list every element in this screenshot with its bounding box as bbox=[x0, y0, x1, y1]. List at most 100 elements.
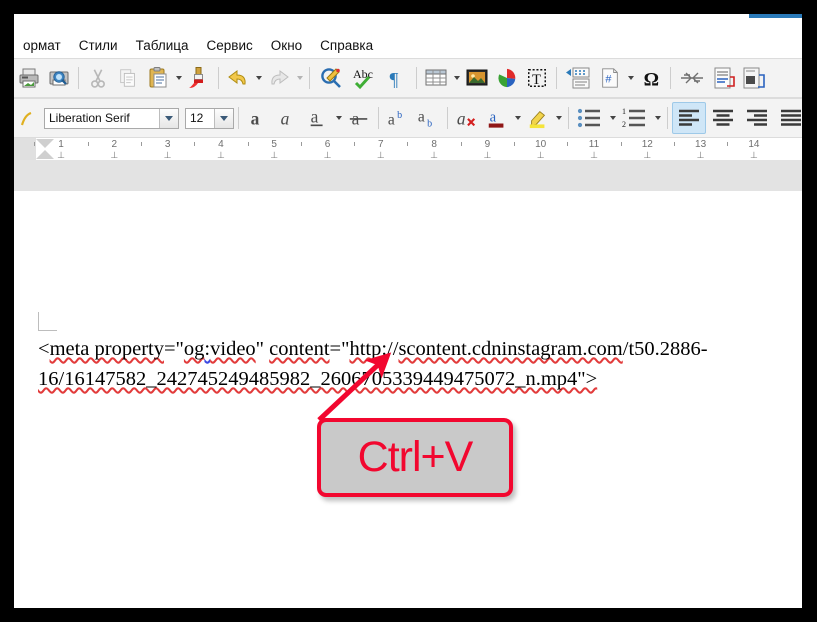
document-page[interactable]: <meta property="og:video" content="http:… bbox=[14, 191, 802, 608]
toolbar-separator bbox=[416, 67, 417, 89]
align-center-icon[interactable] bbox=[706, 102, 740, 134]
strikethrough-icon[interactable]: a bbox=[344, 102, 374, 134]
window-frame-right bbox=[802, 0, 817, 622]
ruler-tab-stop[interactable]: ⊥ bbox=[270, 151, 278, 160]
font-color-icon[interactable]: a bbox=[482, 102, 512, 134]
undo-dropdown-caret[interactable] bbox=[253, 62, 264, 94]
writer-application: ормат Стили Таблица Сервис Окно Справка bbox=[14, 32, 802, 608]
font-name-dropdown-icon[interactable] bbox=[159, 108, 178, 128]
redo-icon[interactable] bbox=[264, 62, 294, 94]
text-angle-open: < bbox=[38, 338, 50, 360]
print-icon[interactable] bbox=[14, 62, 44, 94]
window-frame-bottom bbox=[0, 608, 817, 622]
page-break-icon[interactable] bbox=[561, 62, 595, 94]
menu-format[interactable]: ормат bbox=[14, 36, 70, 55]
ruler-tab-stop[interactable]: ⊥ bbox=[537, 151, 545, 160]
formatting-marks-icon[interactable]: ¶ bbox=[382, 62, 412, 94]
superscript-icon[interactable]: a b bbox=[383, 102, 413, 134]
insert-table-caret[interactable] bbox=[451, 62, 462, 94]
ruler-tab-stop[interactable]: ⊥ bbox=[217, 151, 225, 160]
underline-caret[interactable] bbox=[333, 102, 344, 134]
ruler-tab-stop[interactable]: ⊥ bbox=[483, 151, 491, 160]
window-frame-left bbox=[0, 0, 14, 622]
highlight-color-icon[interactable] bbox=[523, 102, 553, 134]
ruler-tab-stop[interactable]: ⊥ bbox=[324, 151, 332, 160]
svg-text:a: a bbox=[490, 110, 497, 126]
font-size-combobox[interactable]: 12 bbox=[185, 107, 234, 129]
toolbar-separator bbox=[309, 67, 310, 89]
text-eq-quote-2: =" bbox=[329, 338, 350, 360]
ruler-tab-stop[interactable]: ⊥ bbox=[430, 151, 438, 160]
document-area[interactable]: <meta property="og:video" content="http:… bbox=[14, 160, 802, 608]
numbered-list-caret[interactable] bbox=[652, 102, 663, 134]
text-scheme-sep: :// bbox=[381, 338, 399, 360]
indent-markers[interactable] bbox=[36, 139, 54, 159]
ruler-tab-stop[interactable]: ⊥ bbox=[377, 151, 385, 160]
insert-image-icon[interactable] bbox=[462, 62, 492, 94]
insert-table-icon[interactable] bbox=[421, 62, 451, 94]
font-size-dropdown-icon[interactable] bbox=[214, 108, 233, 128]
ruler-tick bbox=[514, 142, 516, 146]
font-color-caret[interactable] bbox=[512, 102, 523, 134]
horizontal-ruler[interactable]: 1 ⊥ 2 ⊥ 3 ⊥ 4 ⊥ 5 ⊥ 6 ⊥ 7 ⊥ 8 ⊥ 9 ⊥ 10 ⊥ 11 ⊥ 12 ⊥ 13 ⊥ 14 ⊥ bbox=[14, 138, 802, 160]
first-line-indent-marker[interactable] bbox=[36, 139, 54, 148]
ruler-tab-stop[interactable]: ⊥ bbox=[57, 151, 65, 160]
ruler-tab-stop[interactable]: ⊥ bbox=[697, 151, 705, 160]
window-titlebar[interactable] bbox=[14, 14, 802, 32]
insert-endnote-icon[interactable] bbox=[709, 62, 739, 94]
insert-chart-icon[interactable] bbox=[492, 62, 522, 94]
align-justify-icon[interactable] bbox=[774, 102, 802, 134]
text-meta-property: meta property bbox=[49, 338, 164, 360]
left-indent-marker[interactable] bbox=[36, 150, 54, 159]
align-left-icon[interactable] bbox=[672, 102, 706, 134]
special-character-icon[interactable]: Ω bbox=[636, 62, 666, 94]
window-frame-top bbox=[0, 0, 817, 14]
insert-footnote-icon[interactable] bbox=[675, 62, 709, 94]
insert-textbox-icon[interactable]: T bbox=[522, 62, 552, 94]
ruler-tab-stop[interactable]: ⊥ bbox=[110, 151, 118, 160]
ruler-number: 6 bbox=[324, 139, 331, 150]
paragraph-style-icon[interactable] bbox=[14, 102, 44, 134]
redo-dropdown-caret[interactable] bbox=[294, 62, 305, 94]
menu-tools[interactable]: Сервис bbox=[198, 36, 262, 55]
cut-icon[interactable] bbox=[83, 62, 113, 94]
undo-icon[interactable] bbox=[223, 62, 253, 94]
font-name-combobox[interactable]: Liberation Serif bbox=[44, 107, 179, 129]
print-preview-icon[interactable] bbox=[44, 62, 74, 94]
menu-table[interactable]: Таблица bbox=[127, 36, 198, 55]
bullet-list-caret[interactable] bbox=[607, 102, 618, 134]
menu-window[interactable]: Окно bbox=[262, 36, 311, 55]
underline-icon[interactable]: a bbox=[303, 102, 333, 134]
ruler-tick bbox=[194, 142, 196, 146]
toolbar-separator bbox=[378, 107, 379, 129]
ruler-tab-stop[interactable]: ⊥ bbox=[643, 151, 651, 160]
insert-bookmark-icon[interactable] bbox=[739, 62, 769, 94]
document-text[interactable]: <meta property="og:video" content="http:… bbox=[38, 334, 784, 394]
toolbar-separator bbox=[670, 67, 671, 89]
standard-toolbar: Abc ¶ T # Ω bbox=[14, 58, 802, 98]
spelling-icon[interactable]: Abc bbox=[348, 62, 382, 94]
bold-icon[interactable]: a bbox=[243, 102, 273, 134]
menu-help[interactable]: Справка bbox=[311, 36, 382, 55]
paste-icon[interactable] bbox=[143, 62, 173, 94]
insert-field-caret[interactable] bbox=[625, 62, 636, 94]
italic-icon[interactable]: a bbox=[273, 102, 303, 134]
clone-formatting-icon[interactable] bbox=[184, 62, 214, 94]
clear-formatting-icon[interactable]: a bbox=[452, 102, 482, 134]
find-replace-icon[interactable] bbox=[314, 62, 348, 94]
ruler-number: 11 bbox=[588, 139, 600, 150]
bullet-list-icon[interactable] bbox=[573, 102, 607, 134]
highlight-color-caret[interactable] bbox=[553, 102, 564, 134]
numbered-list-icon[interactable]: 1 2 bbox=[618, 102, 652, 134]
ruler-tab-stop[interactable]: ⊥ bbox=[590, 151, 598, 160]
insert-field-icon[interactable]: # bbox=[595, 62, 625, 94]
ruler-tab-stop[interactable]: ⊥ bbox=[750, 151, 758, 160]
menu-styles[interactable]: Стили bbox=[70, 36, 127, 55]
align-right-icon[interactable] bbox=[740, 102, 774, 134]
ruler-tab-stop[interactable]: ⊥ bbox=[164, 151, 172, 160]
subscript-icon[interactable]: a b bbox=[413, 102, 443, 134]
ruler-number: 7 bbox=[378, 139, 384, 150]
paste-dropdown-caret[interactable] bbox=[173, 62, 184, 94]
copy-icon[interactable] bbox=[113, 62, 143, 94]
svg-text:Abc: Abc bbox=[353, 67, 373, 81]
